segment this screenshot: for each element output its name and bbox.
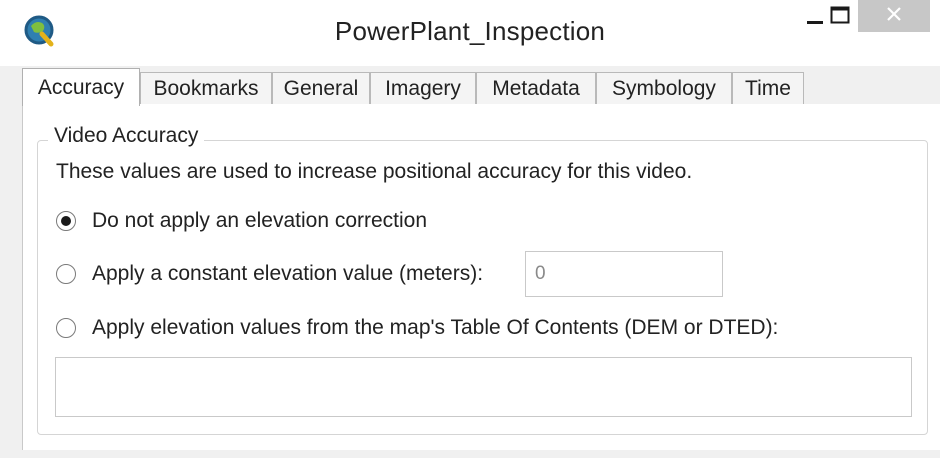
option-label: Do not apply an elevation correction xyxy=(92,209,428,232)
radio-dem-elevation[interactable] xyxy=(56,318,76,338)
option-constant-elevation[interactable]: Apply a constant elevation value (meters… xyxy=(56,260,483,288)
radio-constant-elevation[interactable] xyxy=(56,264,76,284)
close-icon xyxy=(886,6,902,27)
radio-no-correction[interactable] xyxy=(56,211,76,231)
close-button[interactable] xyxy=(858,0,930,32)
tab-general[interactable]: General xyxy=(272,72,370,104)
dialog-window: PowerPlant_Inspection Accuracy Bookmarks… xyxy=(0,0,940,458)
constant-elevation-input[interactable] xyxy=(525,251,723,297)
tab-imagery[interactable]: Imagery xyxy=(370,72,476,104)
tab-accuracy[interactable]: Accuracy xyxy=(22,68,140,106)
tab-metadata[interactable]: Metadata xyxy=(476,72,596,104)
option-label: Apply elevation values from the map's Ta… xyxy=(92,316,779,339)
tab-bar: Accuracy Bookmarks General Imagery Metad… xyxy=(22,68,940,106)
group-title: Video Accuracy xyxy=(48,124,205,148)
maximize-icon xyxy=(830,6,850,29)
option-no-correction[interactable]: Do not apply an elevation correction xyxy=(56,207,427,235)
tab-time[interactable]: Time xyxy=(732,72,804,104)
title-bar[interactable]: PowerPlant_Inspection xyxy=(0,0,940,66)
tab-bookmarks[interactable]: Bookmarks xyxy=(140,72,272,104)
accuracy-description: These values are used to increase positi… xyxy=(56,160,693,183)
dem-source-field[interactable] xyxy=(55,357,912,417)
option-label: Apply a constant elevation value (meters… xyxy=(92,262,484,285)
tab-symbology[interactable]: Symbology xyxy=(596,72,732,104)
option-dem-elevation[interactable]: Apply elevation values from the map's Ta… xyxy=(56,314,778,342)
